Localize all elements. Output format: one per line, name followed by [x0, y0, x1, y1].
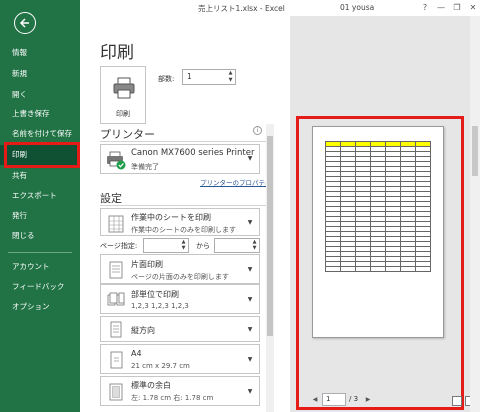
chevron-down-icon: ▼ — [247, 219, 253, 226]
margins-icon — [109, 383, 123, 401]
previous-page-icon[interactable]: ◀ — [311, 396, 319, 404]
settings-scrollbar-thumb[interactable] — [267, 136, 273, 336]
print-scope-main: 作業中のシートを印刷 — [131, 213, 211, 222]
preview-scrollbar[interactable] — [470, 16, 480, 412]
paper-size-sub: 21 cm x 29.7 cm — [131, 362, 190, 370]
show-margins-icon[interactable] — [452, 396, 462, 406]
orientation-main: 縦方向 — [131, 326, 155, 335]
print-scope-sub: 作業中のシートのみを印刷します — [131, 226, 236, 234]
sidebar-item-export[interactable]: エクスポート — [0, 186, 80, 206]
sidebar-item-options[interactable]: オプション — [0, 297, 80, 317]
portrait-icon — [110, 321, 122, 338]
printer-name: Canon MX7600 series Printer — [131, 148, 255, 158]
arrow-left-icon — [19, 18, 29, 28]
sidebar-item-save[interactable]: 上書き保存 — [0, 104, 80, 124]
chevron-down-icon: ▼ — [247, 388, 253, 395]
sidebar-item-open[interactable]: 開く — [0, 85, 80, 105]
spin-down-icon[interactable]: ▼ — [226, 77, 235, 84]
chevron-down-icon: ▼ — [247, 296, 253, 303]
print-button[interactable]: 印刷 — [100, 66, 146, 124]
chevron-down-icon: ▼ — [247, 266, 253, 273]
chevron-down-icon: ▼ — [247, 155, 253, 162]
single-sided-icon — [109, 261, 123, 279]
printer-divider — [100, 141, 270, 142]
total-pages: / 3 — [349, 395, 359, 403]
copies-value: 1 — [187, 72, 192, 81]
sides-dropdown[interactable]: 片面印刷 ページの片面のみを印刷します ▼ — [100, 254, 260, 284]
pages-from-input[interactable]: ▲ ▼ — [143, 238, 189, 253]
paper-size-dropdown[interactable]: A4 21 cm x 29.7 cm ▼ — [100, 344, 260, 374]
print-button-label: 印刷 — [116, 110, 130, 118]
paper-size-main: A4 — [131, 349, 142, 358]
sides-sub: ページの片面のみを印刷します — [131, 273, 229, 281]
pages-to-input[interactable]: ▲ ▼ — [214, 238, 260, 253]
preview-highlight — [296, 116, 464, 410]
user-name[interactable]: 01 yousa — [340, 3, 374, 12]
spin-down-icon[interactable]: ▼ — [179, 245, 188, 252]
page-number-input[interactable]: 1 — [322, 393, 346, 406]
sidebar-item-save-as[interactable]: 名前を付けて保存 — [0, 124, 80, 144]
window-title: 売上リスト1.xlsx - Excel — [198, 4, 285, 13]
print-item-highlight — [4, 142, 80, 168]
printer-ready-icon — [107, 151, 126, 170]
margins-main: 標準の余白 — [131, 381, 171, 390]
help-icon[interactable]: ? — [418, 2, 432, 14]
sheet-icon — [108, 215, 124, 233]
restore-button[interactable]: ❐ — [450, 2, 464, 14]
close-button[interactable]: ✕ — [466, 2, 480, 14]
collate-sub: 1,2,3 1,2,3 1,2,3 — [131, 302, 189, 310]
back-button[interactable] — [14, 12, 36, 34]
print-scope-dropdown[interactable]: 作業中のシートを印刷 作業中のシートのみを印刷します ▼ — [100, 208, 260, 236]
copies-label: 部数: — [158, 75, 175, 83]
pages-to-label: から — [196, 242, 210, 250]
collate-main: 部単位で印刷 — [131, 290, 179, 299]
next-page-icon[interactable]: ▶ — [364, 396, 372, 404]
backstage-sidebar: 情報 新規 開く 上書き保存 名前を付けて保存 印刷 共有 エクスポート 発行 … — [0, 0, 80, 412]
sidebar-item-new[interactable]: 新規 — [0, 64, 80, 84]
chevron-down-icon: ▼ — [247, 356, 253, 363]
orientation-dropdown[interactable]: 縦方向 ▼ — [100, 316, 260, 342]
chevron-down-icon: ▼ — [247, 326, 253, 333]
page-title: 印刷 — [100, 43, 134, 63]
printer-dropdown[interactable]: Canon MX7600 series Printer 準備完了 ▼ — [100, 144, 260, 174]
current-page: 1 — [326, 395, 331, 403]
settings-scrollbar[interactable] — [266, 124, 274, 412]
printer-status: 準備完了 — [131, 163, 159, 171]
collate-dropdown[interactable]: 部単位で印刷 1,2,3 1,2,3 1,2,3 ▼ — [100, 284, 260, 314]
printer-properties-link[interactable]: プリンターのプロパティ — [200, 177, 271, 187]
printer-icon — [113, 77, 135, 99]
sidebar-divider — [8, 252, 72, 253]
settings-divider — [100, 205, 270, 206]
settings-heading: 設定 — [100, 192, 122, 205]
preview-scrollbar-thumb[interactable] — [472, 126, 478, 176]
title-bar: 売上リスト1.xlsx - Excel 01 yousa ? — ❐ ✕ — [80, 0, 480, 16]
spin-up-icon[interactable]: ▲ — [226, 70, 235, 77]
sidebar-item-info[interactable]: 情報 — [0, 43, 80, 63]
sides-main: 片面印刷 — [131, 260, 163, 269]
pages-label: ページ指定: — [100, 242, 138, 250]
minimize-button[interactable]: — — [434, 2, 448, 14]
sidebar-item-share[interactable]: 共有 — [0, 166, 80, 186]
copies-input[interactable]: 1 ▲ ▼ — [182, 69, 236, 85]
spin-down-icon[interactable]: ▼ — [250, 245, 259, 252]
collate-icon — [107, 292, 125, 306]
sidebar-item-close[interactable]: 閉じる — [0, 226, 80, 246]
printer-heading: プリンター — [100, 128, 155, 141]
margins-dropdown[interactable]: 標準の余白 左: 1.78 cm 右: 1.78 cm ▼ — [100, 376, 260, 406]
margins-sub: 左: 1.78 cm 右: 1.78 cm — [131, 394, 214, 402]
sidebar-item-publish[interactable]: 発行 — [0, 206, 80, 226]
sidebar-item-feedback[interactable]: フィードバック — [0, 277, 80, 297]
paper-size-icon — [110, 351, 123, 369]
info-icon[interactable]: i — [253, 126, 262, 135]
sidebar-item-account[interactable]: アカウント — [0, 257, 80, 277]
